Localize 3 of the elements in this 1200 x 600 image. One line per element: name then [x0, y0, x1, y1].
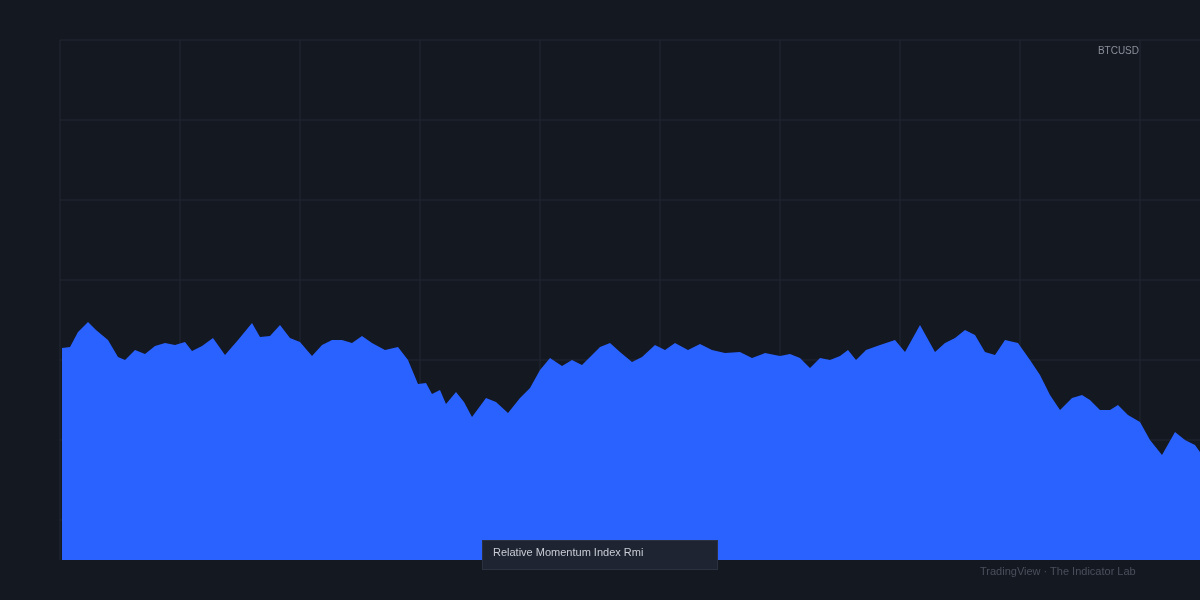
indicator-legend: Relative Momentum Index Rmi	[482, 540, 718, 570]
credit-text: TradingView · The Indicator Lab	[980, 565, 1136, 577]
symbol-label: BTCUSD	[1097, 45, 1139, 56]
